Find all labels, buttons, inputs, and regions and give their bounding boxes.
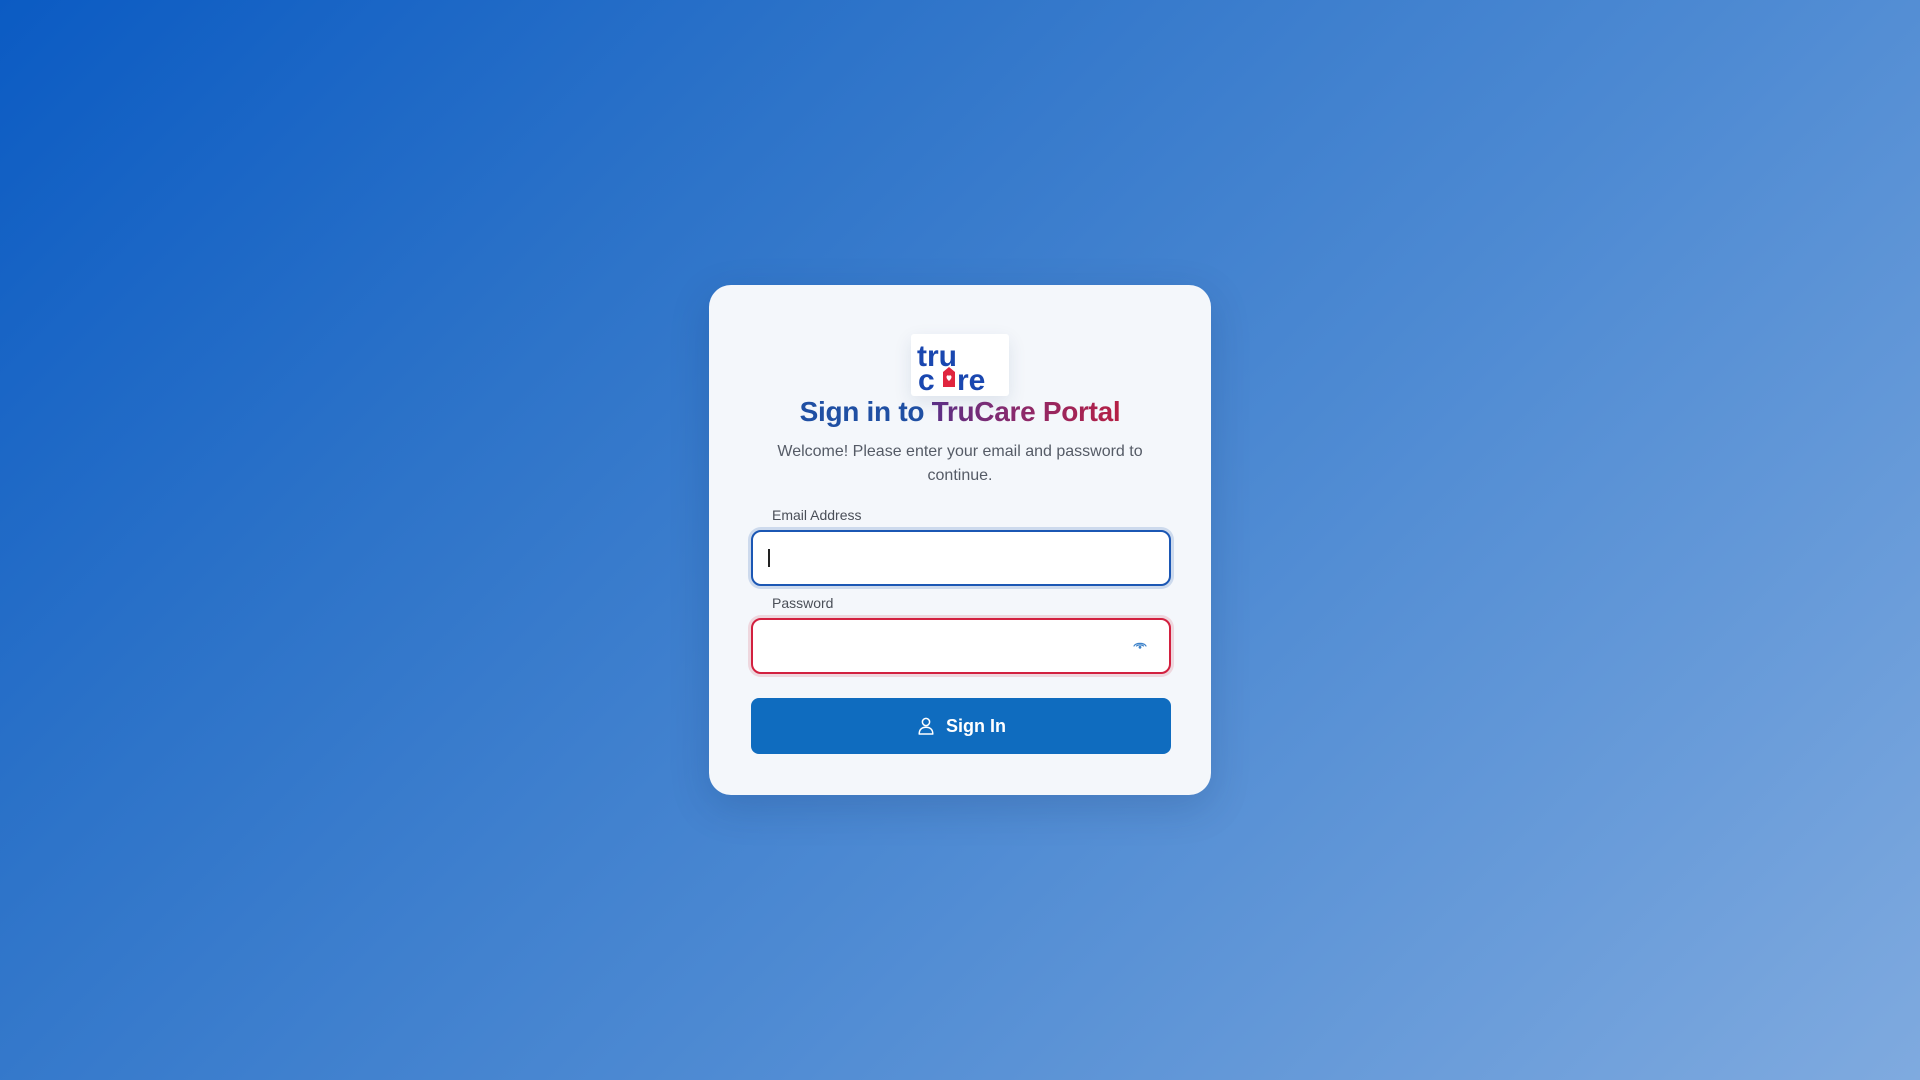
email-label: Email Address	[772, 507, 862, 523]
password-field[interactable]	[767, 620, 1127, 671]
user-icon	[918, 717, 934, 735]
text-cursor	[768, 549, 770, 567]
login-card: tru c re Sign in to TruCare Portal Welco…	[709, 285, 1211, 795]
password-field-wrapper[interactable]	[751, 618, 1171, 674]
password-label: Password	[772, 595, 834, 611]
trucare-logo-image: tru c re	[917, 340, 985, 396]
svg-text:c: c	[918, 364, 935, 396]
welcome-message: Welcome! Please enter your email and pas…	[777, 443, 1143, 484]
svg-text:re: re	[957, 364, 985, 396]
page-title-portal-name: TruCare Portal	[931, 396, 1121, 427]
trucare-logo: tru c re	[911, 334, 1009, 396]
eye-icon[interactable]	[1133, 640, 1147, 652]
email-field[interactable]	[767, 532, 1127, 583]
page-title: Sign in to TruCare Portal	[709, 393, 1211, 431]
sign-in-button[interactable]: Sign In	[751, 698, 1171, 754]
email-field-wrapper[interactable]	[751, 530, 1171, 586]
sign-in-button-label: Sign In	[946, 715, 1006, 736]
page-title-prefix: Sign in to	[799, 396, 932, 427]
